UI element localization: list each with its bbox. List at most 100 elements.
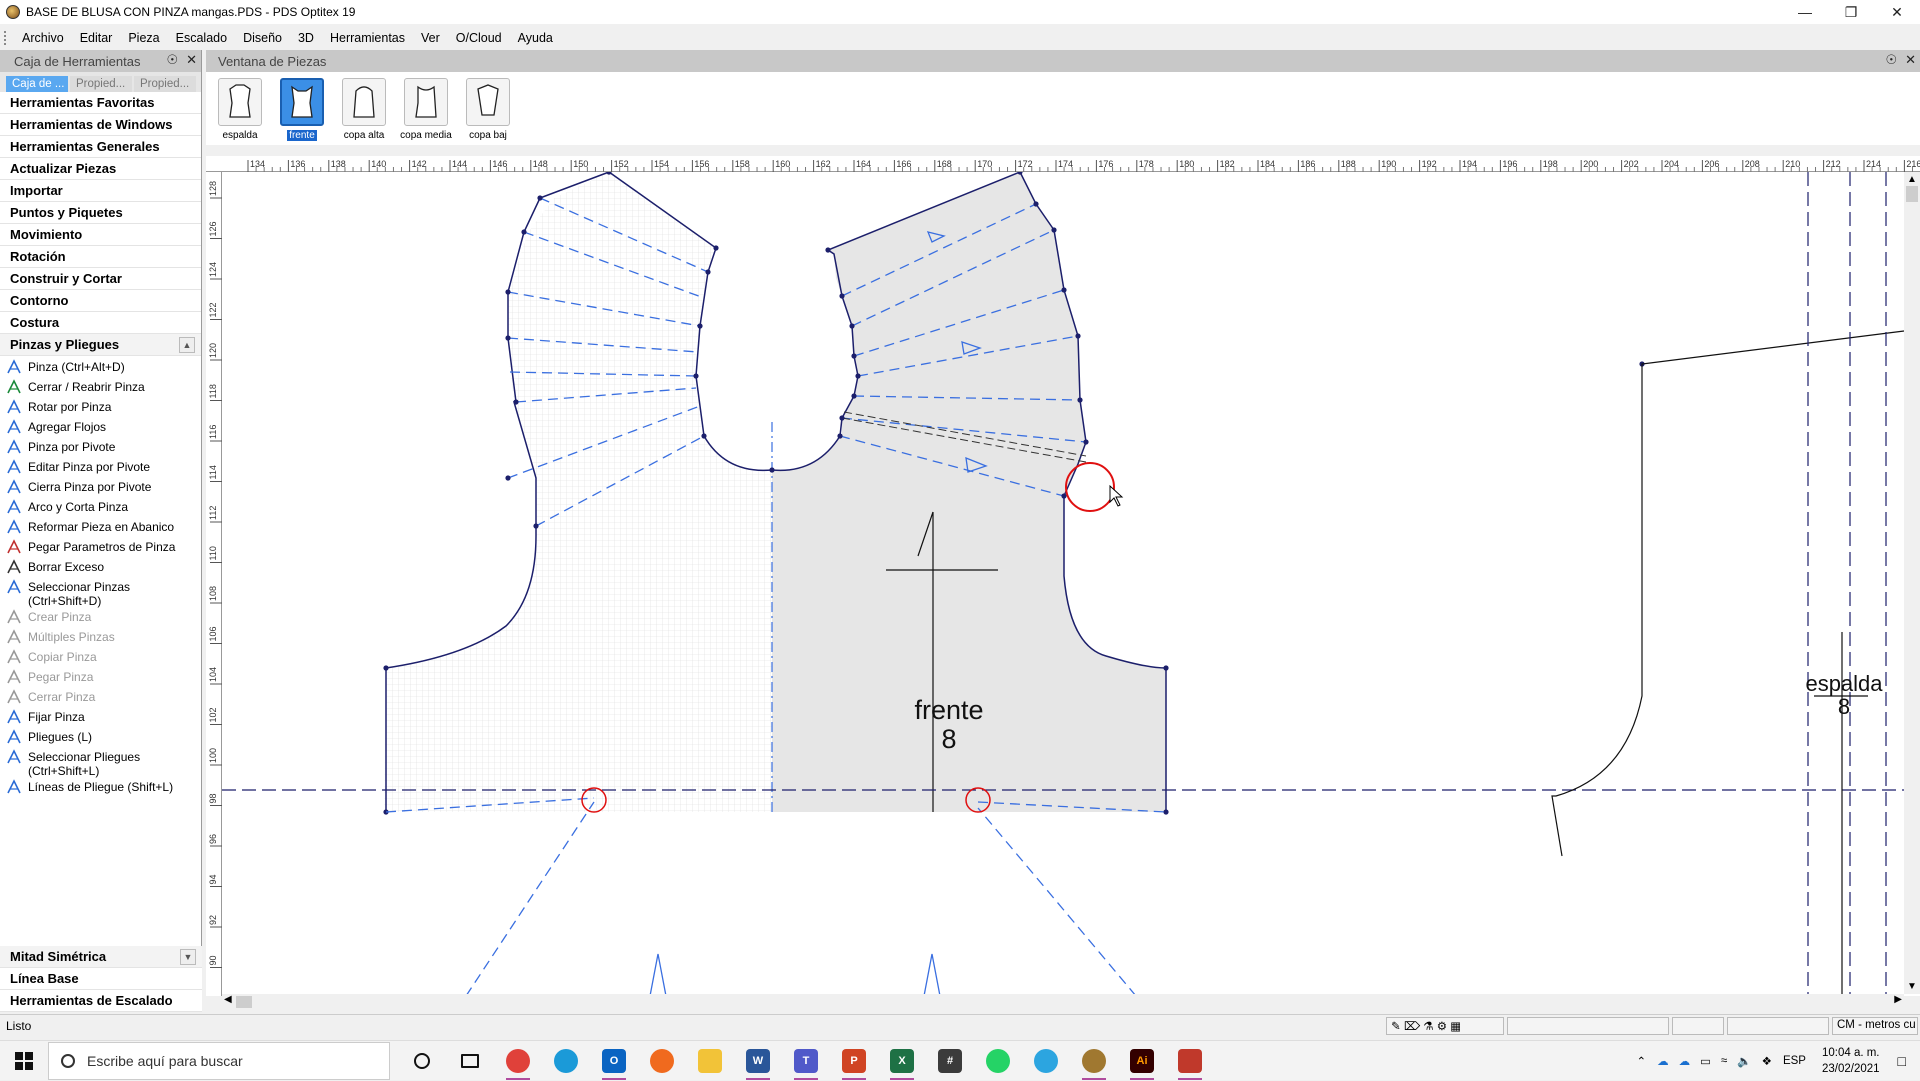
pattern-canvas[interactable]: frente 8 espalda 8 — [206, 156, 1920, 996]
menu-ocloud[interactable]: O/Cloud — [448, 31, 510, 45]
group-pinzas-y-pliegues[interactable]: Pinzas y Pliegues ▲ — [0, 334, 201, 356]
group-herramientas-generales[interactable]: Herramientas Generales — [0, 136, 201, 158]
group-bottom-1[interactable]: Línea Base — [0, 968, 202, 990]
menu-diseno[interactable]: Diseño — [235, 31, 290, 45]
group-importar[interactable]: Importar — [0, 180, 201, 202]
tool-7[interactable]: Arco y Corta Pinza — [0, 498, 201, 518]
clock[interactable]: 10:04 a. m. 23/02/2021 — [1812, 1045, 1890, 1077]
menu-ver[interactable]: Ver — [413, 31, 448, 45]
wifi-icon[interactable]: ≈ — [1716, 1055, 1732, 1067]
piece-thumb-0[interactable]: espalda — [214, 78, 266, 141]
tool-16[interactable]: Cerrar Pinza — [0, 688, 201, 708]
minimize-button[interactable]: — — [1782, 0, 1828, 24]
pin-icon[interactable]: ☉ — [166, 52, 178, 68]
expand-icon[interactable]: ▼ — [180, 949, 196, 965]
word-icon[interactable]: W — [734, 1041, 782, 1081]
whatsapp-icon[interactable] — [974, 1041, 1022, 1081]
close-panel-icon[interactable]: ✕ — [186, 52, 197, 68]
tool-13[interactable]: Múltiples Pinzas — [0, 628, 201, 648]
tray-chevron-icon[interactable]: ⌃ — [1630, 1054, 1652, 1068]
tool-4[interactable]: Pinza por Pivote — [0, 438, 201, 458]
close-panel-icon[interactable]: ✕ — [1905, 52, 1916, 68]
tool-10[interactable]: Borrar Exceso — [0, 558, 201, 578]
powerpoint-icon[interactable]: P — [830, 1041, 878, 1081]
tool-5[interactable]: Editar Pinza por Pivote — [0, 458, 201, 478]
tool-3[interactable]: Agregar Flojos — [0, 418, 201, 438]
piece-thumb-3[interactable]: copa media — [400, 78, 452, 141]
scroll-up-icon[interactable]: ▲ — [1907, 174, 1917, 185]
pattern-drawing[interactable]: frente 8 espalda 8 — [206, 156, 1920, 996]
piece-thumb-4[interactable]: copa baj — [462, 78, 514, 141]
tool-8[interactable]: Reformar Pieza en Abanico — [0, 518, 201, 538]
onedrive-icon[interactable]: ☁ — [1652, 1054, 1674, 1068]
onedrive-2-icon[interactable]: ☁ — [1674, 1054, 1696, 1068]
tab-properties-2[interactable]: Propied... — [134, 76, 196, 92]
tool-17[interactable]: Fijar Pinza — [0, 708, 201, 728]
edge-icon[interactable] — [542, 1041, 590, 1081]
group-costura[interactable]: Costura — [0, 312, 201, 334]
windows-start-icon[interactable] — [0, 1041, 48, 1081]
group-bottom-0[interactable]: Mitad Simétrica▼ — [0, 946, 202, 968]
piece-thumb-2[interactable]: copa alta — [338, 78, 390, 141]
tool-2[interactable]: Rotar por Pinza — [0, 398, 201, 418]
tool-6[interactable]: Cierra Pinza por Pivote — [0, 478, 201, 498]
excel-icon[interactable]: X — [878, 1041, 926, 1081]
illustrator-icon[interactable]: Ai — [1118, 1041, 1166, 1081]
language-indicator[interactable]: ESP — [1777, 1055, 1812, 1067]
tool-11[interactable]: Seleccionar Pinzas (Ctrl+Shift+D) — [0, 578, 201, 608]
piece-thumb-1[interactable]: frente — [276, 78, 328, 141]
volume-icon[interactable]: 🔈 — [1732, 1054, 1756, 1068]
tool-14[interactable]: Copiar Pinza — [0, 648, 201, 668]
optitex-icon[interactable] — [1070, 1041, 1118, 1081]
group-construir-y-cortar[interactable]: Construir y Cortar — [0, 268, 201, 290]
tool-12[interactable]: Crear Pinza — [0, 608, 201, 628]
scroll-thumb-h[interactable] — [236, 996, 252, 1008]
teams-icon[interactable]: T — [782, 1041, 830, 1081]
telegram-icon[interactable] — [1022, 1041, 1070, 1081]
group-herramientas-de-windows[interactable]: Herramientas de Windows — [0, 114, 201, 136]
group-movimiento[interactable]: Movimiento — [0, 224, 201, 246]
menu-archivo[interactable]: Archivo — [14, 31, 72, 45]
group-contorno[interactable]: Contorno — [0, 290, 201, 312]
menu-editar[interactable]: Editar — [72, 31, 121, 45]
scroll-left-icon[interactable]: ◀ — [224, 994, 232, 1005]
menu-ayuda[interactable]: Ayuda — [510, 31, 561, 45]
group-herramientas-favoritas[interactable]: Herramientas Favoritas — [0, 92, 201, 114]
tool-20[interactable]: Líneas de Pliegue (Shift+L) — [0, 778, 201, 798]
scroll-down-icon[interactable]: ▼ — [1907, 981, 1917, 992]
close-button[interactable]: ✕ — [1874, 0, 1920, 24]
group-bottom-2[interactable]: Herramientas de Escalado — [0, 990, 202, 1012]
task-view-icon[interactable] — [446, 1041, 494, 1081]
tab-toolbox[interactable]: Caja de ... — [6, 76, 68, 92]
scroll-right-icon[interactable]: ▶ — [1894, 994, 1902, 1005]
cortana-icon[interactable] — [398, 1041, 446, 1081]
group-actualizar-piezas[interactable]: Actualizar Piezas — [0, 158, 201, 180]
group-puntos-y-piquetes[interactable]: Puntos y Piquetes — [0, 202, 201, 224]
battery-icon[interactable]: ▭ — [1695, 1054, 1716, 1068]
tab-properties-1[interactable]: Propied... — [70, 76, 132, 92]
calculator-icon[interactable]: # — [926, 1041, 974, 1081]
app-icon[interactable] — [1166, 1041, 1214, 1081]
menu-3d[interactable]: 3D — [290, 31, 322, 45]
tool-19[interactable]: Seleccionar Pliegues (Ctrl+Shift+L) — [0, 748, 201, 778]
pin-icon[interactable]: ☉ — [1885, 52, 1897, 68]
scroll-thumb-v[interactable] — [1906, 186, 1918, 202]
menu-herramientas[interactable]: Herramientas — [322, 31, 413, 45]
collapse-icon[interactable]: ▲ — [179, 337, 195, 353]
horizontal-scrollbar[interactable]: ◀ ▶ — [222, 994, 1904, 1010]
group-rotación[interactable]: Rotación — [0, 246, 201, 268]
tool-18[interactable]: Pliegues (L) — [0, 728, 201, 748]
chrome-icon[interactable] — [494, 1041, 542, 1081]
notifications-icon[interactable]: □ — [1890, 1053, 1920, 1069]
menu-escalado[interactable]: Escalado — [168, 31, 235, 45]
tool-9[interactable]: Pegar Parametros de Pinza — [0, 538, 201, 558]
tool-0[interactable]: Pinza (Ctrl+Alt+D) — [0, 358, 201, 378]
dropbox-icon[interactable]: ❖ — [1757, 1054, 1777, 1068]
menu-pieza[interactable]: Pieza — [120, 31, 167, 45]
tool-15[interactable]: Pegar Pinza — [0, 668, 201, 688]
taskbar-search-input[interactable]: Escribe aquí para buscar — [48, 1042, 390, 1080]
firefox-icon[interactable] — [638, 1041, 686, 1081]
tool-1[interactable]: Cerrar / Reabrir Pinza — [0, 378, 201, 398]
outlook-icon[interactable]: O — [590, 1041, 638, 1081]
vertical-scrollbar[interactable]: ▲ ▼ — [1904, 172, 1920, 994]
